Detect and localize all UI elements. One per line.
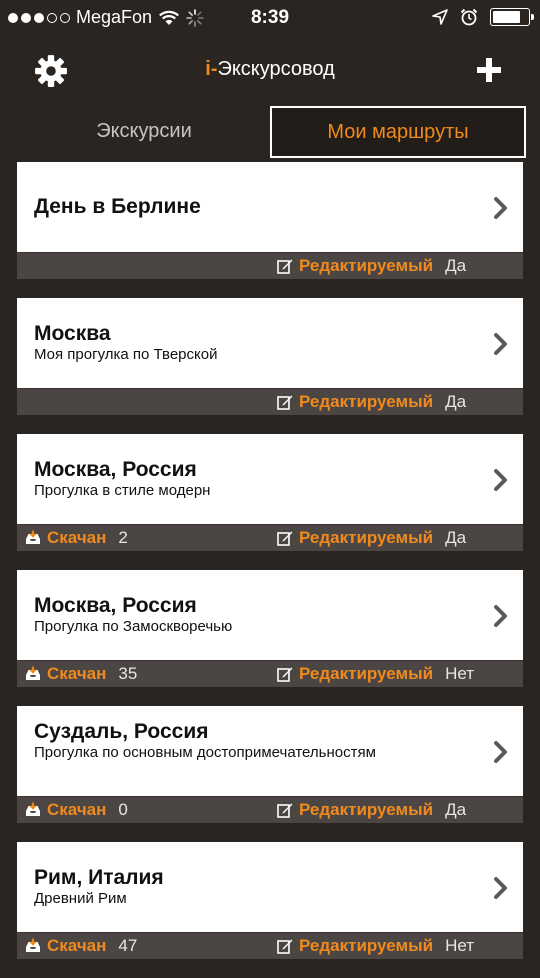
editable-value: Да bbox=[445, 528, 467, 547]
downloaded-indicator: Скачан 2 bbox=[25, 528, 128, 548]
route-subtitle: Древний Рим bbox=[34, 890, 127, 907]
app-title-text: Экскурсовод bbox=[217, 58, 335, 80]
route-title: Рим, Италия bbox=[34, 866, 164, 889]
route-title: Москва, Россия bbox=[34, 594, 197, 617]
route-list: День в Берлине Редактируемый Да Москва М… bbox=[17, 162, 523, 978]
route-footer: Скачан 47 Редактируемый Нет bbox=[17, 932, 523, 959]
route-subtitle: Моя прогулка по Тверской bbox=[34, 346, 218, 363]
route-text: Рим, Италия Древний Рим bbox=[34, 866, 463, 908]
editable-indicator: Редактируемый Нет bbox=[277, 936, 474, 956]
download-tray-icon bbox=[26, 666, 40, 680]
route-footer: Скачан 35 Редактируемый Нет bbox=[17, 660, 523, 687]
route-card: Рим, Италия Древний Рим Скачан 47 Редакт… bbox=[17, 842, 523, 959]
downloaded-label: Скачан bbox=[47, 800, 107, 819]
downloaded-count: 0 bbox=[118, 800, 128, 819]
editable-label: Редактируемый bbox=[299, 528, 434, 547]
editable-indicator: Редактируемый Да bbox=[277, 256, 466, 276]
route-card-body[interactable]: Москва Моя прогулка по Тверской bbox=[17, 298, 523, 388]
chevron-right-icon bbox=[494, 197, 507, 219]
status-bar: MegaFon 8:39 bbox=[0, 0, 540, 36]
plus-icon[interactable] bbox=[476, 57, 502, 83]
chevron-right-icon bbox=[494, 877, 507, 899]
downloaded-count: 35 bbox=[118, 664, 138, 683]
editable-indicator: Редактируемый Да bbox=[277, 528, 466, 548]
editable-label: Редактируемый bbox=[299, 800, 434, 819]
chevron-right-icon bbox=[494, 741, 507, 763]
route-card: День в Берлине Редактируемый Да bbox=[17, 162, 523, 279]
battery-fill bbox=[493, 11, 521, 23]
route-subtitle: Прогулка по Замоскворечью bbox=[34, 618, 233, 635]
route-footer: Скачан 0 Редактируемый Да bbox=[17, 796, 523, 823]
editable-value: Да bbox=[445, 392, 467, 411]
editable-indicator: Редактируемый Нет bbox=[277, 664, 474, 684]
edit-icon bbox=[277, 259, 293, 274]
route-card-body[interactable]: Москва, Россия Прогулка по Замоскворечью bbox=[17, 570, 523, 660]
download-tray-icon bbox=[26, 530, 40, 544]
route-text: Москва, Россия Прогулка в стиле модерн bbox=[34, 458, 463, 500]
editable-indicator: Редактируемый Да bbox=[277, 392, 466, 412]
editable-indicator: Редактируемый Да bbox=[277, 800, 466, 820]
downloaded-label: Скачан bbox=[47, 936, 107, 955]
downloaded-count: 2 bbox=[118, 528, 128, 547]
downloaded-indicator: Скачан 47 bbox=[25, 936, 137, 956]
route-card: Суздаль, Россия Прогулка по основным дос… bbox=[17, 706, 523, 823]
route-text: Суздаль, Россия Прогулка по основным дос… bbox=[34, 720, 463, 762]
editable-label: Редактируемый bbox=[299, 256, 434, 275]
route-card-body[interactable]: Рим, Италия Древний Рим bbox=[17, 842, 523, 932]
alarm-icon bbox=[460, 8, 478, 26]
chevron-right-icon bbox=[494, 333, 507, 355]
battery-icon bbox=[490, 8, 534, 26]
route-card: Москва, Россия Прогулка по Замоскворечью… bbox=[17, 570, 523, 687]
route-card-body[interactable]: Москва, Россия Прогулка в стиле модерн bbox=[17, 434, 523, 524]
route-footer: Редактируемый Да bbox=[17, 388, 523, 415]
edit-icon bbox=[277, 803, 293, 818]
edit-icon bbox=[277, 395, 293, 410]
route-card: Москва Моя прогулка по Тверской Редактир… bbox=[17, 298, 523, 415]
chevron-right-icon bbox=[494, 469, 507, 491]
tab-excursions[interactable]: Экскурсии bbox=[18, 106, 270, 158]
editable-value: Да bbox=[445, 256, 467, 275]
downloaded-indicator: Скачан 0 bbox=[25, 800, 128, 820]
editable-value: Нет bbox=[445, 936, 475, 955]
navigation-bar: i-Экскурсовод bbox=[0, 44, 540, 96]
download-tray-icon bbox=[26, 802, 40, 816]
route-text: День в Берлине bbox=[34, 195, 463, 219]
route-title: Москва bbox=[34, 322, 111, 345]
route-footer: Скачан 2 Редактируемый Да bbox=[17, 524, 523, 551]
app-title: i-Экскурсовод bbox=[0, 58, 540, 81]
downloaded-count: 47 bbox=[118, 936, 138, 955]
route-title: День в Берлине bbox=[34, 195, 201, 218]
tab-my-routes[interactable]: Мои маршруты bbox=[270, 106, 526, 158]
route-subtitle: Прогулка по основным достопримечательнос… bbox=[34, 744, 376, 761]
editable-value: Да bbox=[445, 800, 467, 819]
edit-icon bbox=[277, 667, 293, 682]
route-title: Москва, Россия bbox=[34, 458, 197, 481]
chevron-right-icon bbox=[494, 605, 507, 627]
route-card-body[interactable]: День в Берлине bbox=[17, 162, 523, 252]
edit-icon bbox=[277, 531, 293, 546]
route-text: Москва, Россия Прогулка по Замоскворечью bbox=[34, 594, 463, 636]
downloaded-label: Скачан bbox=[47, 528, 107, 547]
route-card-body[interactable]: Суздаль, Россия Прогулка по основным дос… bbox=[17, 706, 523, 796]
editable-label: Редактируемый bbox=[299, 664, 434, 683]
route-text: Москва Моя прогулка по Тверской bbox=[34, 322, 463, 364]
editable-label: Редактируемый bbox=[299, 936, 434, 955]
route-subtitle: Прогулка в стиле модерн bbox=[34, 482, 211, 499]
app-title-prefix: i- bbox=[205, 58, 218, 80]
location-arrow-icon bbox=[432, 9, 448, 25]
route-title: Суздаль, Россия bbox=[34, 720, 209, 743]
editable-label: Редактируемый bbox=[299, 392, 434, 411]
edit-icon bbox=[277, 939, 293, 954]
download-tray-icon bbox=[26, 938, 40, 952]
status-right bbox=[432, 8, 534, 26]
editable-value: Нет bbox=[445, 664, 475, 683]
segmented-tabs: Экскурсии Мои маршруты bbox=[18, 106, 526, 158]
route-card: Москва, Россия Прогулка в стиле модерн С… bbox=[17, 434, 523, 551]
downloaded-indicator: Скачан 35 bbox=[25, 664, 137, 684]
route-footer: Редактируемый Да bbox=[17, 252, 523, 279]
downloaded-label: Скачан bbox=[47, 664, 107, 683]
